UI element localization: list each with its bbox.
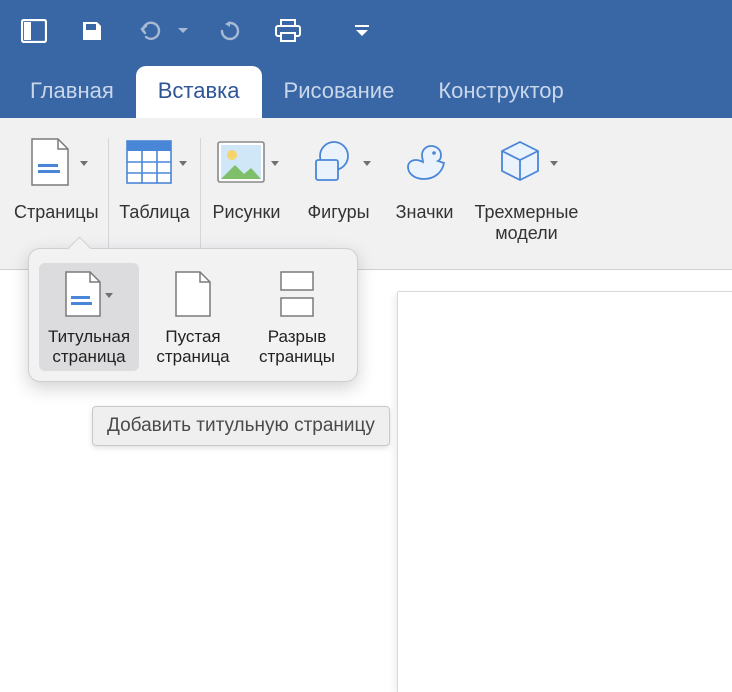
blank-page-label: Пустаястраница	[156, 327, 229, 367]
shapes-label: Фигуры	[307, 202, 369, 223]
tab-draw[interactable]: Рисование	[262, 66, 417, 118]
pictures-label: Рисунки	[213, 202, 281, 223]
panel-toggle-button[interactable]	[14, 13, 54, 49]
icons-button[interactable]	[395, 130, 455, 194]
undo-icon	[137, 20, 163, 42]
undo-dropdown[interactable]	[178, 28, 192, 34]
table-label: Таблица	[119, 202, 190, 223]
chevron-down-icon	[355, 25, 369, 37]
page-break-label: Разрывстраницы	[259, 327, 335, 367]
print-icon	[274, 19, 302, 43]
duck-icon	[401, 140, 449, 184]
cube-icon	[497, 139, 543, 185]
chevron-down-icon	[105, 293, 113, 298]
shapes-icon	[310, 140, 356, 184]
chevron-down-icon	[178, 28, 188, 34]
customize-qat-button[interactable]	[350, 13, 374, 49]
chevron-down-icon	[271, 161, 279, 166]
page-break-button[interactable]: Разрывстраницы	[247, 263, 347, 371]
panel-icon	[21, 19, 47, 43]
cover-page-button[interactable]: Титульнаястраница	[39, 263, 139, 371]
models3d-button[interactable]	[490, 130, 562, 194]
tab-design[interactable]: Конструктор	[416, 66, 585, 118]
shapes-button[interactable]	[303, 130, 375, 194]
ribbon-group-icons: Значки	[385, 126, 465, 269]
tab-home[interactable]: Главная	[8, 66, 136, 118]
blank-page-button[interactable]: Пустаястраница	[143, 263, 243, 371]
page-icon	[31, 138, 69, 186]
save-icon	[80, 19, 104, 43]
icons-label: Значки	[396, 202, 454, 223]
chevron-down-icon	[80, 161, 88, 166]
picture-icon	[217, 141, 265, 183]
pictures-button[interactable]	[211, 130, 283, 194]
table-icon	[126, 140, 172, 184]
pages-label: Страницы	[14, 202, 99, 223]
redo-button[interactable]	[210, 13, 250, 49]
undo-button[interactable]	[130, 13, 170, 49]
print-button[interactable]	[268, 13, 308, 49]
page-break-icon	[279, 271, 315, 317]
table-button[interactable]	[119, 130, 191, 194]
cover-page-icon	[65, 271, 101, 317]
save-button[interactable]	[72, 13, 112, 49]
chevron-down-icon	[550, 161, 558, 166]
tab-insert[interactable]: Вставка	[136, 66, 262, 118]
tooltip: Добавить титульную страницу	[92, 406, 390, 446]
cover-page-label: Титульнаястраница	[48, 327, 130, 367]
ribbon-group-3dmodels: Трехмерныемодели	[465, 126, 589, 269]
chevron-down-icon	[179, 161, 187, 166]
quick-access-toolbar	[0, 0, 732, 62]
pages-dropdown: Титульнаястраница Пустаястраница Разрывс…	[28, 248, 358, 382]
blank-page-icon	[175, 271, 211, 317]
document-page[interactable]	[398, 292, 732, 692]
redo-icon	[218, 19, 242, 43]
models3d-label: Трехмерныемодели	[475, 202, 579, 243]
pages-button[interactable]	[20, 130, 92, 194]
chevron-down-icon	[363, 161, 371, 166]
ribbon-tabs: Главная Вставка Рисование Конструктор	[0, 62, 732, 118]
